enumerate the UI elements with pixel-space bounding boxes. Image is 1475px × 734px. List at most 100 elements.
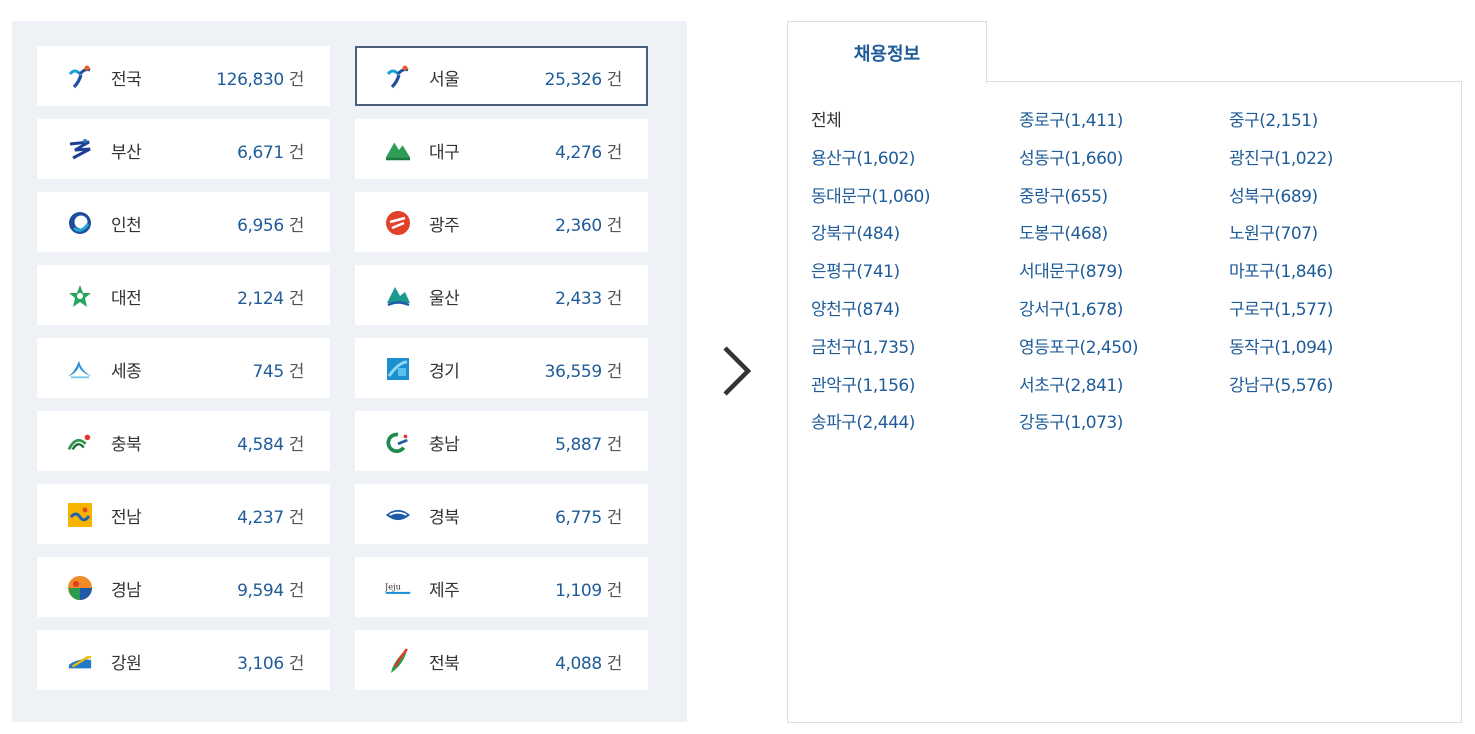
region-count: 9,594 건 bbox=[237, 576, 304, 601]
region-count: 6,956 건 bbox=[237, 211, 304, 236]
region-name: 전북 bbox=[429, 654, 460, 674]
region-card[interactable]: 대전 2,124 건 bbox=[37, 265, 330, 325]
district-link[interactable]: 동작구(1,094) bbox=[1229, 330, 1439, 368]
count-unit: 건 bbox=[606, 435, 623, 455]
region-name: 충남 bbox=[429, 435, 460, 455]
region-count: 2,124 건 bbox=[237, 284, 304, 309]
district-link[interactable]: 서대문구(879) bbox=[1019, 254, 1229, 292]
district-link[interactable]: 동대문구(1,060) bbox=[811, 179, 1019, 217]
region-card[interactable]: 광주 2,360 건 bbox=[355, 192, 648, 252]
region-card[interactable]: 강원 3,106 건 bbox=[37, 630, 330, 690]
region-name: 전국 bbox=[111, 70, 142, 90]
region-card[interactable]: 전국 126,830 건 bbox=[37, 46, 330, 106]
region-count: 36,559 건 bbox=[545, 357, 623, 382]
region-count-value: 4,584 bbox=[237, 435, 284, 455]
region-card[interactable]: 경남 9,594 건 bbox=[37, 557, 330, 617]
region-count: 6,775 건 bbox=[555, 503, 622, 528]
district-link[interactable]: 관악구(1,156) bbox=[811, 368, 1019, 406]
region-name: 서울 bbox=[429, 70, 460, 90]
district-link[interactable]: 강남구(5,576) bbox=[1229, 368, 1439, 406]
region-count: 745 건 bbox=[253, 357, 305, 382]
region-count-value: 126,830 bbox=[216, 70, 284, 90]
region-card[interactable]: 경북 6,775 건 bbox=[355, 484, 648, 544]
district-link[interactable]: 중랑구(655) bbox=[1019, 179, 1229, 217]
region-card[interactable]: 경기 36,559 건 bbox=[355, 338, 648, 398]
count-unit: 건 bbox=[288, 216, 305, 236]
region-count-value: 1,109 bbox=[555, 581, 602, 601]
district-link[interactable]: 양천구(874) bbox=[811, 292, 1019, 330]
district-list: 전체 종로구(1,411) 중구(2,151) 용산구(1,602) 성동구(1,660… bbox=[811, 103, 1451, 443]
count-unit: 건 bbox=[606, 581, 623, 601]
jeonbuk-emblem-icon bbox=[385, 648, 411, 674]
region-card[interactable]: 충남 5,887 건 bbox=[355, 411, 648, 471]
region-count-value: 745 bbox=[252, 362, 285, 382]
region-card[interactable]: 서울 25,326 건 bbox=[355, 46, 648, 106]
ulsan-emblem-icon bbox=[385, 283, 411, 309]
district-link[interactable]: 용산구(1,602) bbox=[811, 141, 1019, 179]
district-link[interactable]: 강동구(1,073) bbox=[1019, 405, 1229, 443]
district-link[interactable]: 은평구(741) bbox=[811, 254, 1019, 292]
region-card[interactable]: 충북 4,584 건 bbox=[37, 411, 330, 471]
region-card[interactable]: 부산 6,671 건 bbox=[37, 119, 330, 179]
jeonnam-emblem-icon bbox=[67, 502, 93, 528]
count-unit: 건 bbox=[606, 289, 623, 309]
count-unit: 건 bbox=[288, 289, 305, 309]
count-unit: 건 bbox=[606, 508, 623, 528]
district-link[interactable]: 영등포구(2,450) bbox=[1019, 330, 1229, 368]
district-link[interactable]: 구로구(1,577) bbox=[1229, 292, 1439, 330]
district-link[interactable]: 중구(2,151) bbox=[1229, 103, 1439, 141]
region-card[interactable]: 전남 4,237 건 bbox=[37, 484, 330, 544]
region-name: 제주 bbox=[429, 581, 460, 601]
district-link[interactable]: 노원구(707) bbox=[1229, 216, 1439, 254]
region-name: 경북 bbox=[429, 508, 460, 528]
region-count-value: 25,326 bbox=[544, 70, 602, 90]
chungbuk-emblem-icon bbox=[67, 429, 93, 455]
district-link[interactable]: 금천구(1,735) bbox=[811, 330, 1019, 368]
region-count: 4,237 건 bbox=[237, 503, 304, 528]
chungnam-emblem-icon bbox=[385, 429, 411, 455]
region-name: 경남 bbox=[111, 581, 142, 601]
district-link[interactable]: 서초구(2,841) bbox=[1019, 368, 1229, 406]
district-all-link[interactable]: 전체 bbox=[811, 103, 1019, 141]
region-card[interactable]: Jeju 제주 1,109 건 bbox=[355, 557, 648, 617]
region-count-value: 2,360 bbox=[555, 216, 602, 236]
region-count-value: 5,887 bbox=[555, 435, 602, 455]
region-count: 3,106 건 bbox=[237, 649, 304, 674]
region-panel: 전국 126,830 건 서울 25,326 건 부산 6,671 건 대구 4,276 건 인천 6,9… bbox=[12, 21, 687, 722]
district-link[interactable]: 도봉구(468) bbox=[1019, 216, 1229, 254]
gyeongbuk-emblem-icon bbox=[385, 502, 411, 528]
district-link[interactable]: 강서구(1,678) bbox=[1019, 292, 1229, 330]
district-link[interactable]: 마포구(1,846) bbox=[1229, 254, 1439, 292]
region-card[interactable]: 대구 4,276 건 bbox=[355, 119, 648, 179]
region-card[interactable]: 인천 6,956 건 bbox=[37, 192, 330, 252]
district-link[interactable]: 광진구(1,022) bbox=[1229, 141, 1439, 179]
count-unit: 건 bbox=[288, 143, 305, 163]
district-link[interactable]: 송파구(2,444) bbox=[811, 405, 1019, 443]
count-unit: 건 bbox=[288, 581, 305, 601]
region-count-value: 4,276 bbox=[555, 143, 602, 163]
district-link[interactable]: 성동구(1,660) bbox=[1019, 141, 1229, 179]
seoul-emblem-icon bbox=[385, 64, 411, 90]
district-link[interactable]: 종로구(1,411) bbox=[1019, 103, 1229, 141]
region-name: 대구 bbox=[429, 143, 460, 163]
gyeonggi-emblem-icon bbox=[385, 356, 411, 382]
district-link[interactable]: 강북구(484) bbox=[811, 216, 1019, 254]
region-name: 세종 bbox=[111, 362, 142, 382]
region-card[interactable]: 세종 745 건 bbox=[37, 338, 330, 398]
count-unit: 건 bbox=[288, 435, 305, 455]
region-card[interactable]: 울산 2,433 건 bbox=[355, 265, 648, 325]
region-name: 부산 bbox=[111, 143, 142, 163]
region-count-value: 9,594 bbox=[237, 581, 284, 601]
region-name: 인천 bbox=[111, 216, 142, 236]
region-name: 전남 bbox=[111, 508, 142, 528]
count-unit: 건 bbox=[288, 70, 305, 90]
gyeongnam-emblem-icon bbox=[67, 575, 93, 601]
tab-job-info[interactable]: 채용정보 bbox=[787, 21, 987, 83]
region-name: 충북 bbox=[111, 435, 142, 455]
chevron-right-icon[interactable] bbox=[718, 344, 758, 404]
count-unit: 건 bbox=[606, 362, 623, 382]
region-card[interactable]: 전북 4,088 건 bbox=[355, 630, 648, 690]
region-name: 광주 bbox=[429, 216, 460, 236]
district-link[interactable]: 성북구(689) bbox=[1229, 179, 1439, 217]
region-count: 4,276 건 bbox=[555, 138, 622, 163]
